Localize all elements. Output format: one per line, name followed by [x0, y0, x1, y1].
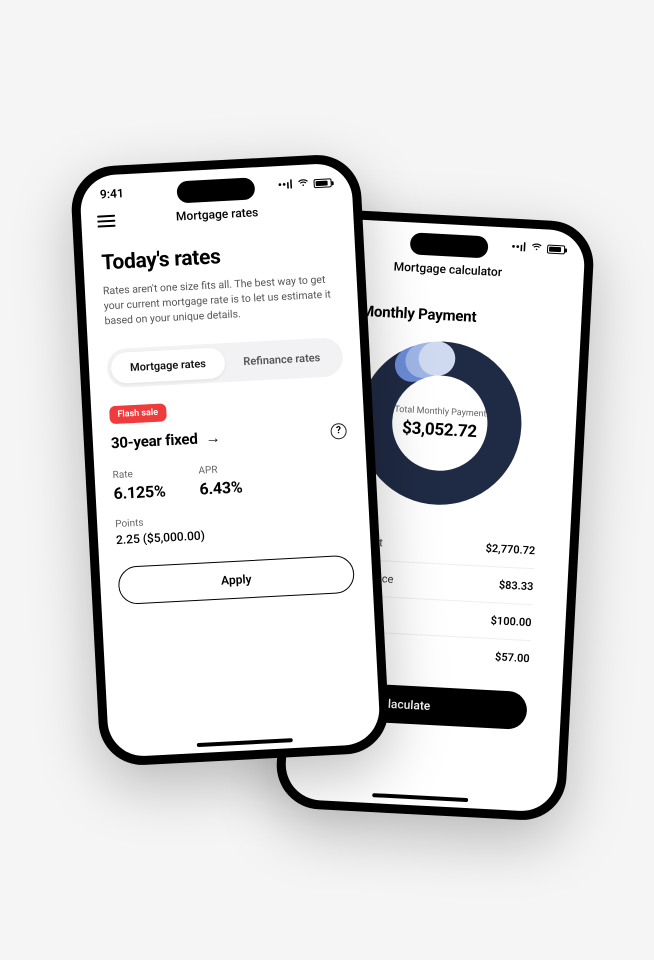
dynamic-island — [410, 232, 489, 258]
battery-icon — [313, 178, 331, 188]
breakdown-value: $2,770.72 — [485, 542, 535, 558]
signal-icon: ••ıl — [511, 240, 527, 255]
tab-mortgage-rates[interactable]: Mortgage rates — [110, 347, 225, 384]
signal-icon: ••ıl — [277, 177, 293, 192]
apr-value: 6.43% — [199, 477, 243, 498]
apr-label: APR — [198, 463, 242, 476]
metric-apr: APR 6.43% — [198, 463, 243, 498]
metric-rate: Rate 6.125% — [112, 467, 166, 503]
breakdown-value: $83.33 — [499, 578, 534, 593]
rate-label: Rate — [112, 467, 165, 481]
tab-refinance-rates[interactable]: Refinance rates — [224, 341, 339, 378]
home-indicator — [372, 793, 468, 802]
page-title: Today's rates — [101, 239, 338, 275]
hamburger-icon[interactable] — [97, 215, 116, 228]
metric-points: Points 2.25 ($5,000.00) — [115, 506, 352, 546]
product-name: 30-year fixed — [110, 429, 198, 452]
nav-title: Mortgage rates — [176, 205, 259, 223]
breakdown-value: $57.00 — [495, 650, 530, 665]
flash-sale-badge: Flash sale — [109, 403, 167, 424]
payment-donut-chart: Total Monthly Payment $3,052.72 — [350, 334, 529, 513]
rate-value: 6.125% — [113, 481, 166, 503]
product-row[interactable]: 30-year fixed → ? — [110, 422, 347, 452]
wifi-icon — [296, 176, 310, 191]
donut-value: $3,052.72 — [402, 418, 478, 442]
dynamic-island — [176, 177, 255, 203]
battery-icon — [547, 244, 565, 254]
apply-button[interactable]: Apply — [117, 554, 355, 604]
home-indicator — [197, 738, 293, 747]
help-icon[interactable]: ? — [330, 423, 347, 440]
phone-rates: 9:41 ••ıl Mortgage rates Today's rates R… — [69, 153, 390, 767]
page-subtitle: Rates aren't one size fits all. The best… — [103, 271, 341, 329]
rate-type-tabs: Mortgage rates Refinance rates — [106, 337, 344, 388]
breakdown-value: $100.00 — [490, 614, 531, 629]
wifi-icon — [530, 241, 544, 256]
status-time: 9:41 — [100, 186, 125, 201]
nav-title: Mortgage calculator — [393, 260, 502, 280]
arrow-right-icon: → — [205, 428, 221, 447]
donut-label: Total Monthly Payment — [394, 404, 487, 419]
